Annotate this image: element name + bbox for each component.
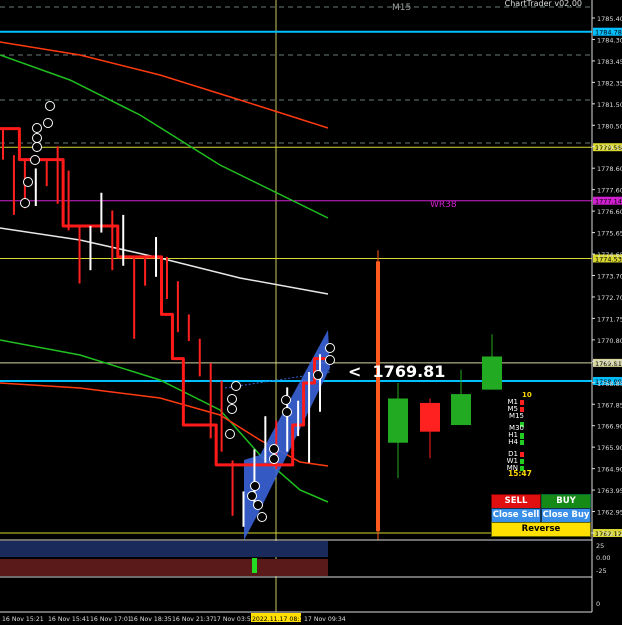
current-price-display: < 1769.81	[348, 362, 445, 381]
signal-marker	[30, 155, 40, 165]
signal-marker	[282, 407, 292, 417]
time-tick-label: 16 Nov 18:35	[130, 616, 172, 623]
price-tick-label: 1765.90	[597, 444, 622, 452]
price-tick-label: 1782.35	[597, 79, 622, 87]
htf-candle-body	[482, 356, 502, 390]
timeframe-signal-label: M15	[509, 412, 524, 420]
timeframe-signal-indicator	[520, 432, 524, 438]
oscillator-tick-label: -25	[596, 567, 607, 575]
oscillator-tick-label: 0	[596, 600, 600, 608]
price-tick-label: 1780.50	[597, 122, 622, 130]
price-tick-label: 1773.70	[597, 273, 622, 281]
price-tick-label: 1771.75	[597, 315, 622, 323]
price-tick-label: 1781.50	[597, 101, 622, 109]
price-tick-label: 1774.65	[597, 251, 622, 259]
signal-marker	[325, 343, 335, 353]
window-title: ChartTrader v02.00	[504, 0, 582, 8]
signal-marker	[325, 355, 335, 365]
timeframe-watermark: M15	[392, 3, 412, 13]
signal-marker	[32, 123, 42, 133]
price-tick-label: 1779.55	[597, 144, 622, 152]
price-value: 1769.81	[372, 362, 446, 381]
price-tick-label: 1769.81	[597, 358, 622, 366]
htf-candle-body	[376, 261, 380, 532]
oscillator-band-top	[0, 541, 328, 557]
price-tick-label: 1777.60	[597, 187, 622, 195]
signal-marker	[23, 177, 33, 187]
price-tick-label: 1768.85	[597, 380, 622, 388]
signal-marker	[227, 404, 237, 414]
signal-marker	[32, 133, 42, 143]
price-tick-label: 1770.80	[597, 337, 622, 345]
signal-marker	[225, 429, 235, 439]
signal-marker	[32, 142, 42, 152]
trend-step-line	[0, 127, 326, 467]
price-arrow: <	[348, 362, 362, 381]
price-tick-label: 1785.40	[597, 15, 622, 23]
sell-button[interactable]: SELL	[491, 494, 541, 509]
price-tick-label: 1783.45	[597, 58, 622, 66]
signal-marker	[45, 101, 55, 111]
time-tick-label: 16 Nov 15:21	[2, 616, 44, 623]
timeframe-signal-indicator	[520, 458, 524, 464]
htf-candle-body	[388, 398, 408, 443]
candle-countdown: 15:47	[508, 469, 532, 478]
level-price-tag-text: 1777.14	[595, 198, 622, 206]
signal-marker	[313, 370, 323, 380]
time-tick-label: 16 Nov 17:01	[90, 616, 132, 623]
wr38-level-label: WR38	[430, 200, 457, 210]
timeframe-signal-indicator	[520, 406, 524, 412]
close-buy-button[interactable]: Close Buy	[541, 508, 591, 523]
signal-marker	[231, 381, 241, 391]
signal-marker	[269, 454, 279, 464]
signal-marker	[269, 444, 279, 454]
ma-white	[0, 227, 329, 295]
signal-marker	[253, 500, 263, 510]
oscillator-tick-label: 0.00	[596, 554, 610, 562]
timeframe-signal-indicator	[520, 439, 524, 445]
signal-marker	[247, 491, 257, 501]
signal-marker	[227, 394, 237, 404]
time-tick-label: 16 Nov 21:37	[172, 616, 214, 623]
signal-marker	[20, 198, 30, 208]
signal-marker	[281, 395, 291, 405]
time-tick-label: 17 Nov 09:34	[304, 616, 346, 623]
oscillator-band-bottom	[0, 559, 328, 576]
price-tick-label: 1762.12	[597, 530, 622, 538]
time-tick-label: 17 Nov 03:52	[213, 616, 255, 623]
reverse-button[interactable]: Reverse	[491, 522, 591, 537]
timeframe-signal-indicator	[520, 399, 524, 405]
htf-candle-body	[451, 394, 471, 426]
price-tick-label: 1772.70	[597, 294, 622, 302]
price-tick-label: 1766.90	[597, 423, 622, 431]
time-tick-label: 16 Nov 15:41	[48, 616, 90, 623]
price-tick-label: 1775.65	[597, 230, 622, 238]
timeframe-signal-label: H4	[508, 438, 518, 446]
price-tick-label: 1767.85	[597, 401, 622, 409]
price-tick-label: 1778.60	[597, 165, 622, 173]
price-tick-label: 1763.95	[597, 487, 622, 495]
price-tick-label: 1776.60	[597, 208, 622, 216]
signal-marker	[257, 512, 267, 522]
price-tick-label: 1784.30	[597, 36, 622, 44]
price-tick-label: 1762.95	[597, 509, 622, 517]
oscillator-bar	[252, 558, 257, 573]
oscillator-tick-label: 25	[596, 542, 604, 550]
signal-marker	[43, 118, 53, 128]
signal-marker	[250, 481, 260, 491]
ma-green-slow	[0, 54, 329, 219]
buy-button[interactable]: BUY	[541, 494, 591, 509]
htf-candle-body	[420, 402, 440, 432]
time-tick-label: 2022.11.17 08:17	[252, 616, 307, 623]
close-sell-button[interactable]: Close Sell	[491, 508, 541, 523]
timeframe-signal-indicator	[520, 451, 524, 457]
price-tick-label: 1764.90	[597, 466, 622, 474]
timeframe-signal-h4: H4	[504, 438, 524, 446]
